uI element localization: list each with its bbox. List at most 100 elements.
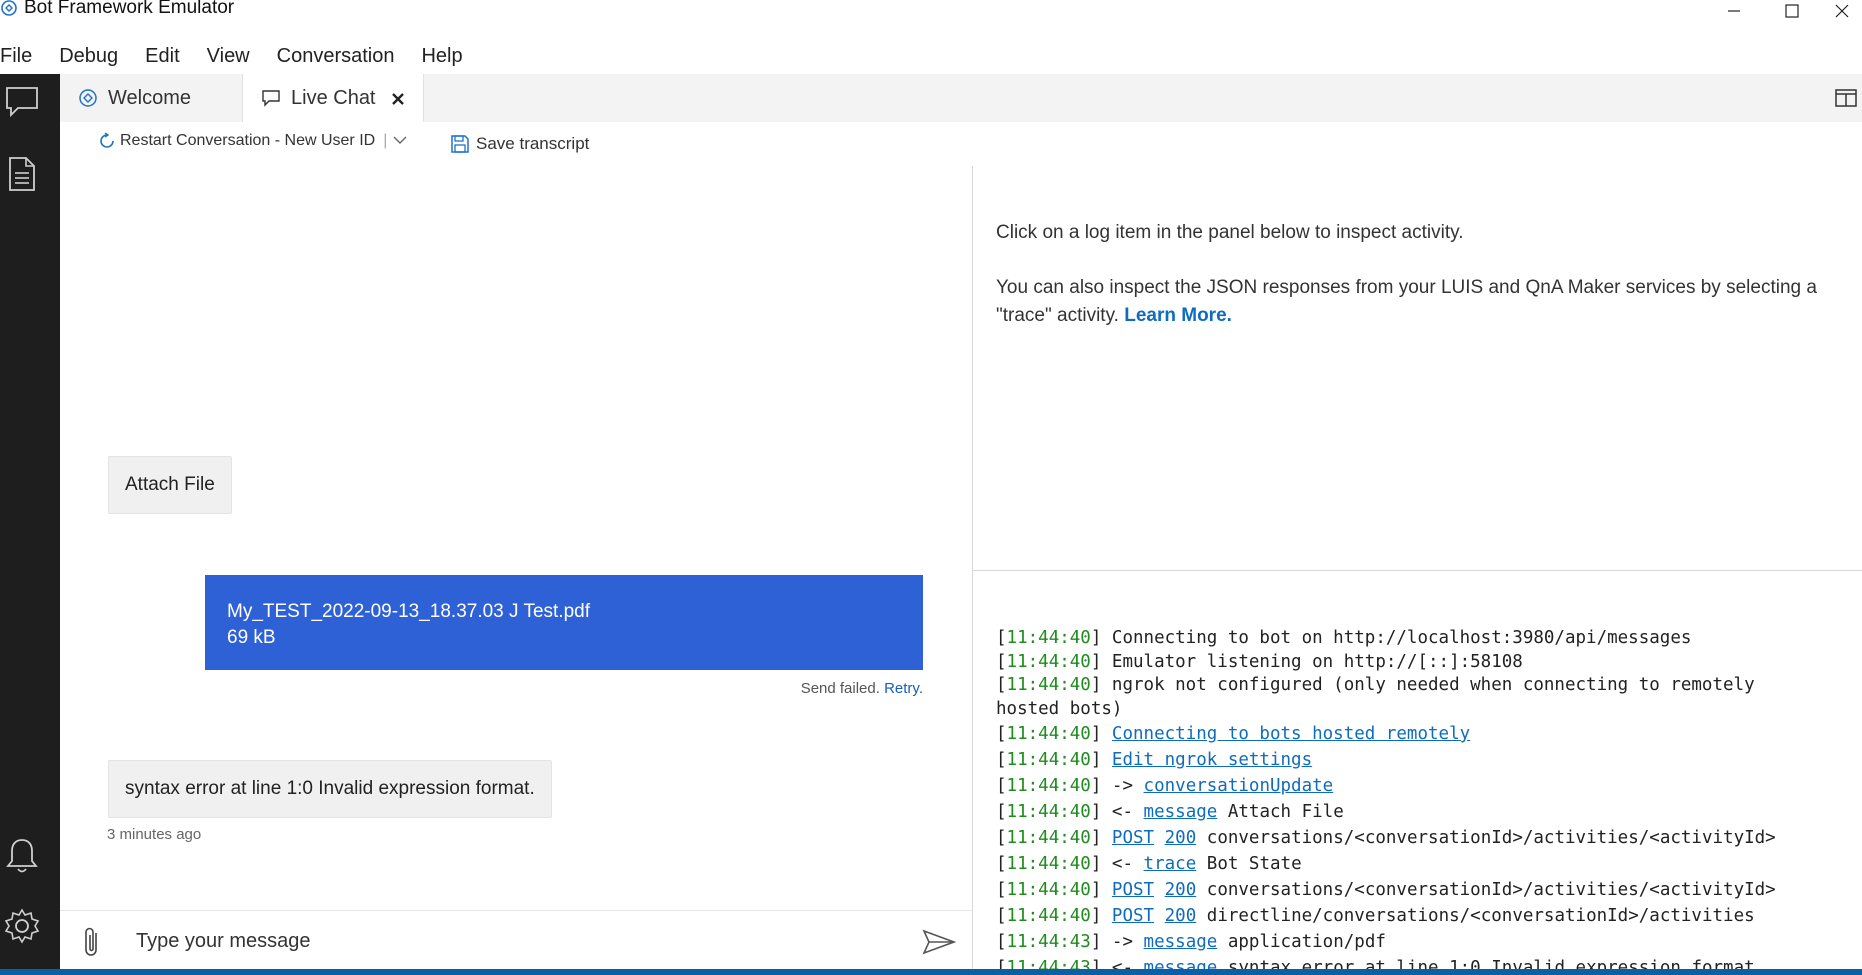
menu-file[interactable]: File [0, 45, 45, 68]
menu-bar: File Debug Edit View Conversation Help [0, 38, 490, 74]
toolbar-separator: | [383, 132, 388, 149]
attachment-file-name: My_TEST_2022-09-13_18.37.03 J Test.pdf [227, 601, 590, 622]
log-timestamp: 11:44:40 [1006, 880, 1091, 900]
send-status: Send failed. Retry. [700, 680, 923, 697]
log-direction: -> [1111, 776, 1133, 796]
menu-view[interactable]: View [207, 45, 263, 68]
tab-live-chat[interactable]: Live Chat [242, 74, 424, 122]
log-entry[interactable]: [11:44:40] <- message Attach File [996, 799, 1856, 825]
log-link[interactable]: conversationUpdate [1144, 776, 1334, 796]
message-timestamp: 3 minutes ago [107, 826, 202, 843]
log-link[interactable]: Connecting to bots hosted remotely [1112, 724, 1470, 744]
log-list: [11:44:40] Connecting to bot on http://l… [996, 627, 1856, 969]
close-tab-button[interactable] [391, 86, 405, 112]
attachment-file-size: 69 kB [227, 627, 276, 648]
log-timestamp: 11:44:40 [1006, 828, 1091, 848]
log-text: conversations/<conversationId>/activitie… [1206, 880, 1776, 900]
inspector-trace-text: You can also inspect the JSON responses … [996, 277, 1817, 326]
save-transcript-label: Save transcript [476, 134, 590, 153]
tab-welcome-label: Welcome [108, 86, 191, 109]
log-timestamp: 11:44:40 [1006, 750, 1091, 770]
log-direction: <- [1111, 854, 1133, 874]
inspector-hint: Click on a log item in the panel below t… [996, 222, 1464, 243]
log-entry[interactable]: [11:44:40] Emulator listening on http://… [996, 651, 1856, 675]
bell-icon[interactable] [0, 834, 44, 878]
log-entry[interactable]: [11:44:40] POST 200 conversations/<conve… [996, 877, 1856, 903]
settings-gear-icon[interactable] [0, 904, 44, 948]
chat-bubble-icon [262, 90, 280, 107]
send-failed-text: Send failed. [800, 680, 880, 697]
menu-edit[interactable]: Edit [145, 45, 192, 68]
maximize-icon [1785, 4, 1799, 18]
split-editor-button[interactable] [1834, 88, 1858, 108]
log-timestamp: 11:44:40 [1006, 651, 1091, 672]
bot-error-message-bubble: syntax error at line 1:0 Invalid express… [108, 760, 552, 818]
log-entry[interactable]: [11:44:40] Edit ngrok settings [996, 747, 1856, 773]
log-text: Bot State [1206, 854, 1302, 874]
activity-bar [0, 74, 60, 975]
log-status-link[interactable]: 200 [1165, 828, 1197, 848]
learn-more-link[interactable]: Learn More. [1124, 305, 1232, 326]
restart-options-dropdown[interactable] [393, 132, 407, 150]
bot-emulator-logo-icon [0, 0, 20, 20]
log-entry[interactable]: [11:44:40] <- trace Bot State [996, 851, 1856, 877]
window-title: Bot Framework Emulator [24, 0, 235, 18]
paperclip-icon [85, 927, 97, 956]
log-entry[interactable]: [11:44:40] -> conversationUpdate [996, 773, 1856, 799]
log-entry[interactable]: [11:44:43] <- message syntax error at li… [996, 955, 1856, 969]
log-direction: <- [1111, 958, 1133, 969]
log-link[interactable]: POST [1112, 828, 1154, 848]
menu-debug[interactable]: Debug [59, 45, 131, 68]
menu-conversation[interactable]: Conversation [277, 45, 408, 68]
log-entry[interactable]: [11:44:40] POST 200 conversations/<conve… [996, 825, 1856, 851]
chat-bubble-icon[interactable] [0, 80, 44, 124]
message-input[interactable] [134, 919, 958, 963]
log-link[interactable]: message [1144, 958, 1218, 969]
restart-conversation-label: Restart Conversation - New User ID [120, 132, 376, 149]
log-link[interactable]: message [1144, 802, 1218, 822]
save-transcript-button[interactable]: Save transcript [450, 134, 589, 154]
inspector-panel: Click on a log item in the panel below t… [973, 166, 1862, 570]
send-button[interactable] [922, 929, 957, 955]
log-entry[interactable]: [11:44:40] Connecting to bots hosted rem… [996, 721, 1856, 747]
log-text: Emulator listening on http://[::]:58108 [1111, 651, 1523, 672]
close-window-button[interactable] [1822, 0, 1862, 24]
log-timestamp: 11:44:40 [1006, 906, 1091, 926]
log-entry[interactable]: [11:44:40] ngrok not configured (only ne… [996, 674, 1856, 721]
minimize-icon [1728, 10, 1740, 12]
log-timestamp: 11:44:40 [1006, 776, 1091, 796]
attach-file-button[interactable] [80, 925, 104, 959]
bot-emulator-logo-icon [79, 89, 97, 107]
log-entry[interactable]: [11:44:43] -> message application/pdf [996, 929, 1856, 955]
log-status-link[interactable]: 200 [1165, 906, 1197, 926]
user-attachment-bubble[interactable]: My_TEST_2022-09-13_18.37.03 J Test.pdf 6… [205, 575, 923, 670]
log-link[interactable]: message [1144, 932, 1218, 952]
split-view-icon [1835, 89, 1857, 107]
tab-live-chat-label: Live Chat [291, 86, 376, 109]
log-text: ngrok not configured (only needed when c… [1111, 675, 1755, 695]
retry-link[interactable]: Retry. [884, 680, 923, 697]
restart-conversation-button[interactable]: Restart Conversation - New User ID | [98, 132, 407, 150]
send-arrow-icon [922, 929, 957, 955]
tab-welcome[interactable]: Welcome [60, 74, 242, 122]
log-text: Attach File [1227, 802, 1344, 822]
log-direction: -> [1111, 932, 1133, 952]
log-link[interactable]: POST [1112, 906, 1154, 926]
log-status-link[interactable]: 200 [1165, 880, 1197, 900]
minimize-button[interactable] [1714, 0, 1754, 24]
close-icon [392, 93, 404, 105]
log-entry[interactable]: [11:44:40] Connecting to bot on http://l… [996, 627, 1856, 651]
log-text-continued: hosted bots) [996, 698, 1123, 719]
maximize-button[interactable] [1772, 0, 1812, 24]
log-entry[interactable]: [11:44:40] POST 200 directline/conversat… [996, 903, 1856, 929]
status-bar [0, 969, 1862, 975]
log-text: conversations/<conversationId>/activitie… [1206, 828, 1776, 848]
log-link[interactable]: trace [1144, 854, 1197, 874]
menu-help[interactable]: Help [421, 45, 475, 68]
log-timestamp: 11:44:40 [1006, 628, 1091, 648]
log-link[interactable]: POST [1112, 880, 1154, 900]
log-link[interactable]: Edit ngrok settings [1112, 750, 1312, 770]
log-panel: [11:44:40] Connecting to bot on http://l… [973, 571, 1862, 969]
document-icon[interactable] [0, 152, 44, 196]
log-timestamp: 11:44:43 [1006, 932, 1091, 952]
